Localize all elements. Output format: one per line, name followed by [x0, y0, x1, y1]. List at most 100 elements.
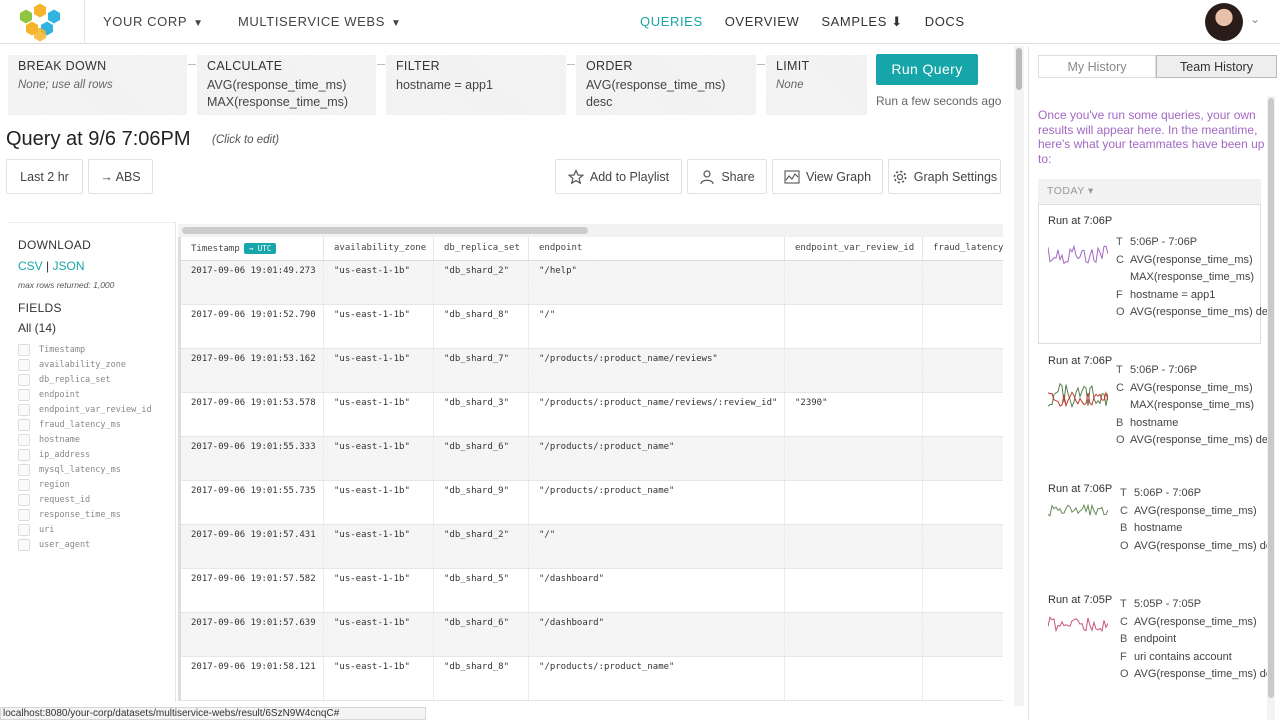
json-link[interactable]: JSON [53, 259, 85, 273]
user-avatar[interactable] [1205, 3, 1243, 41]
field-checkbox[interactable] [18, 433, 30, 446]
field-item[interactable]: endpoint [18, 387, 152, 402]
field-item[interactable]: Timestamp [18, 342, 152, 357]
main-vertical-scrollbar[interactable] [1014, 46, 1024, 706]
field-item[interactable]: request_id [18, 492, 152, 507]
view-graph-button[interactable]: View Graph [772, 159, 883, 194]
table-row[interactable]: 2017-09-06 19:01:53.162 "us-east-1-1b" "db… [178, 348, 1003, 393]
run-query-button[interactable]: Run Query [876, 54, 978, 85]
table-row[interactable]: 2017-09-06 19:01:49.273 "us-east-1-1b" "db… [178, 260, 1003, 305]
column-header[interactable]: Timestamp → UTC [178, 237, 324, 261]
field-label: mysql_latency_ms [39, 464, 121, 475]
table-row[interactable]: 2017-09-06 19:01:58.121 "us-east-1-1b" "db… [178, 656, 1003, 701]
field-label: availability_zone [39, 359, 126, 370]
history-item[interactable]: Run at 7:06P T 5:06P - 7:06P C AVG(response_… [1038, 204, 1268, 344]
nav-samples[interactable]: SAMPLES ⬇ [821, 14, 902, 30]
summary-key: F [1116, 288, 1123, 301]
field-item[interactable]: ip_address [18, 447, 152, 462]
query-title[interactable]: Query at 9/6 7:06PM [6, 128, 191, 151]
share-button[interactable]: Share [687, 159, 767, 194]
field-checkbox[interactable] [18, 463, 30, 476]
history-item[interactable]: Run at 7:06P T 5:06P - 7:06P C AVG(response_… [1038, 472, 1272, 583]
order-clause[interactable]: ORDER AVG(response_time_ms) desc [576, 55, 756, 115]
top-nav: YOUR CORP ▼ MULTISERVICE WEBS ▼ QUERIES OV… [0, 0, 1280, 44]
table-row[interactable]: 2017-09-06 19:01:57.431 "us-east-1-1b" "db… [178, 524, 1003, 569]
field-item[interactable]: availability_zone [18, 357, 152, 372]
field-item[interactable]: region [18, 477, 152, 492]
field-checkbox[interactable] [18, 538, 30, 551]
add-to-playlist-button[interactable]: Add to Playlist [555, 159, 682, 194]
honeycomb-logo[interactable] [10, 4, 70, 42]
download-links: CSV | JSON [18, 259, 85, 273]
history-scrollbar[interactable] [1267, 96, 1275, 720]
field-item[interactable]: response_time_ms [18, 507, 152, 522]
tab-team-history[interactable]: Team History [1156, 55, 1277, 78]
field-checkbox[interactable] [18, 478, 30, 491]
field-checkbox[interactable] [18, 448, 30, 461]
field-item[interactable]: mysql_latency_ms [18, 462, 152, 477]
history-query-summary: T 5:06P - 7:06P C AVG(response_time_ms) MAX(… [1116, 364, 1268, 452]
breakdown-clause[interactable]: BREAK DOWN None; use all rows [8, 55, 187, 115]
field-checkbox[interactable] [18, 358, 30, 371]
field-checkbox[interactable] [18, 403, 30, 416]
field-item[interactable]: uri [18, 522, 152, 537]
history-item[interactable]: Run at 7:06P T 5:06P - 7:06P C AVG(response_… [1038, 344, 1268, 472]
column-header[interactable]: fraud_latency_ [922, 237, 1003, 261]
nav-queries[interactable]: QUERIES [640, 14, 703, 30]
field-item[interactable]: user_agent [18, 537, 152, 552]
team-dropdown[interactable]: YOUR CORP ▼ [103, 14, 204, 29]
time-range-button[interactable]: Last 2 hr [6, 159, 83, 194]
scrollbar-thumb[interactable] [182, 227, 588, 234]
limit-clause[interactable]: LIMIT None [766, 55, 867, 115]
column-header[interactable]: db_replica_set [433, 237, 529, 261]
field-checkbox[interactable] [18, 343, 30, 356]
field-item[interactable]: fraud_latency_ms [18, 417, 152, 432]
all-fields-toggle[interactable]: All (14) [18, 321, 56, 335]
history-list: Run at 7:06P T 5:06P - 7:06P C AVG(response_… [1038, 204, 1272, 693]
column-header[interactable]: endpoint_var_review_id [784, 237, 923, 261]
summary-line: C AVG(response_time_ms) [1116, 382, 1268, 400]
summary-value: hostname [1134, 522, 1183, 534]
scrollbar-thumb[interactable] [1016, 48, 1022, 90]
chevron-down-icon[interactable]: ⌄ [1250, 12, 1260, 26]
nav-overview[interactable]: OVERVIEW [725, 14, 800, 30]
utc-toggle[interactable]: → UTC [243, 242, 277, 254]
summary-key: T [1120, 487, 1127, 499]
history-item[interactable]: Run at 7:05P T 5:05P - 7:05P C AVG(response_… [1038, 583, 1272, 693]
table-row[interactable]: 2017-09-06 19:01:55.735 "us-east-1-1b" "db… [178, 480, 1003, 525]
nav-docs[interactable]: DOCS [925, 14, 965, 30]
column-header[interactable]: availability_zone [323, 237, 434, 261]
table-cell: 2017-09-06 19:01:53.162 [178, 348, 324, 393]
tab-my-history[interactable]: My History [1038, 55, 1156, 78]
table-cell: "/" [528, 524, 785, 569]
table-row[interactable]: 2017-09-06 19:01:53.578 "us-east-1-1b" "db… [178, 392, 1003, 437]
table-cell [922, 436, 1003, 481]
today-group-header[interactable]: TODAY ▾ [1038, 179, 1261, 204]
field-checkbox[interactable] [18, 523, 30, 536]
field-item[interactable]: endpoint_var_review_id [18, 402, 152, 417]
calculate-value: AVG(response_time_ms) [207, 78, 347, 92]
table-row[interactable]: 2017-09-06 19:01:55.333 "us-east-1-1b" "db… [178, 436, 1003, 481]
filter-clause[interactable]: FILTER hostname = app1 [386, 55, 566, 115]
field-item[interactable]: hostname [18, 432, 152, 447]
column-header[interactable]: endpoint [528, 237, 785, 261]
field-checkbox[interactable] [18, 508, 30, 521]
table-row[interactable]: 2017-09-06 19:01:57.639 "us-east-1-1b" "db… [178, 612, 1003, 657]
field-item[interactable]: db_replica_set [18, 372, 152, 387]
table-cell: "/products/:product_name/reviews" [528, 348, 785, 393]
field-checkbox[interactable] [18, 373, 30, 386]
field-checkbox[interactable] [18, 418, 30, 431]
graph-settings-button[interactable]: Graph Settings [888, 159, 1001, 194]
dataset-dropdown[interactable]: MULTISERVICE WEBS ▼ [238, 14, 401, 29]
scrollbar-thumb[interactable] [1268, 98, 1274, 698]
table-row[interactable]: 2017-09-06 19:01:52.790 "us-east-1-1b" "db… [178, 304, 1003, 349]
field-checkbox[interactable] [18, 388, 30, 401]
absolute-time-button[interactable]: → ABS [88, 159, 153, 194]
chevron-down-icon: ▼ [193, 18, 204, 29]
table-row[interactable]: 2017-09-06 19:01:57.582 "us-east-1-1b" "db… [178, 568, 1003, 613]
horizontal-scrollbar[interactable] [178, 224, 1003, 237]
csv-link[interactable]: CSV [18, 259, 43, 273]
field-checkbox[interactable] [18, 493, 30, 506]
main-nav-links: QUERIES OVERVIEW SAMPLES ⬇ DOCS [640, 14, 965, 30]
calculate-clause[interactable]: CALCULATE AVG(response_time_ms) MAX(resp… [197, 55, 376, 115]
